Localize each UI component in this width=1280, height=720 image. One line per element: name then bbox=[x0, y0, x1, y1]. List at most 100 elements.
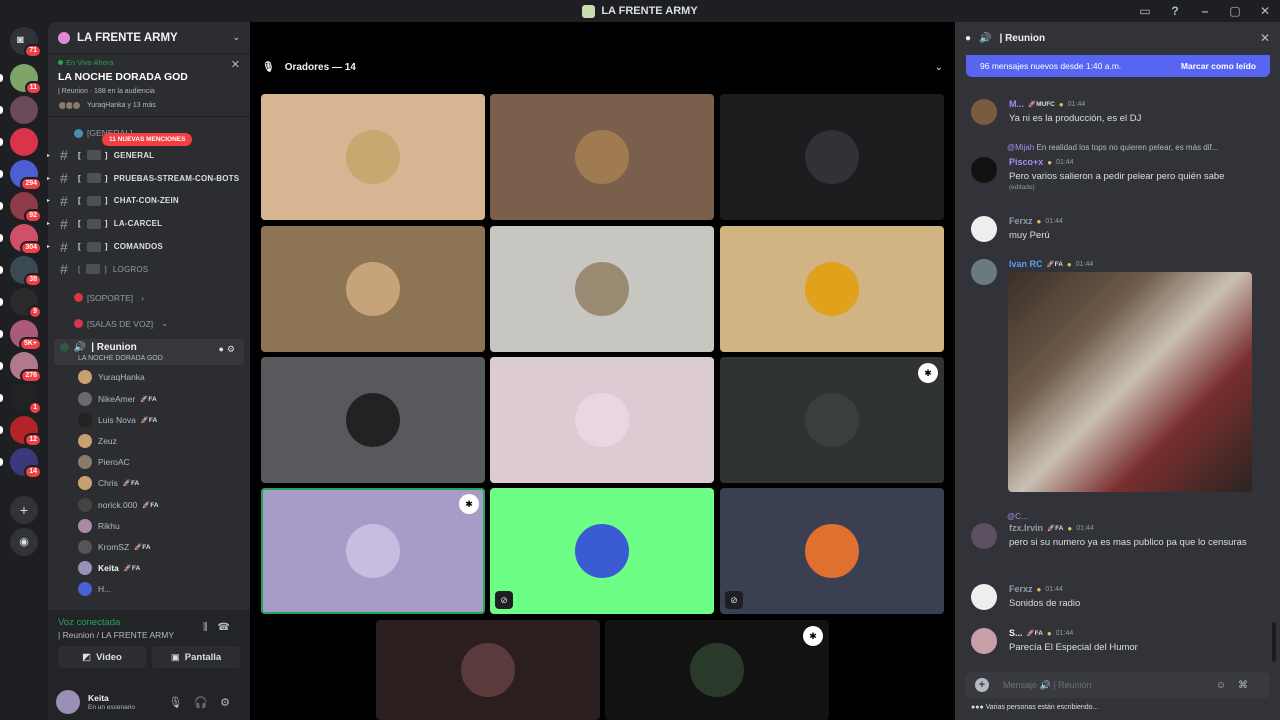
voice-member[interactable]: PieroAC bbox=[48, 452, 250, 473]
discover-icon[interactable]: ◉ bbox=[10, 528, 38, 556]
message-input[interactable]: + Mensaje 🔊 | Reunion ☺⌘ bbox=[965, 672, 1270, 698]
chat-header: ● 🔊 | Reunion ✕ bbox=[955, 22, 1280, 54]
server-icon[interactable]: 11 bbox=[0, 64, 42, 95]
server-icon[interactable]: 12 bbox=[0, 416, 42, 447]
author-name[interactable]: Ferxz bbox=[1009, 584, 1033, 594]
server-icon[interactable]: 38 bbox=[0, 256, 42, 287]
avatar[interactable] bbox=[56, 690, 80, 714]
server-icon[interactable]: 294 bbox=[0, 160, 42, 191]
avatar[interactable] bbox=[971, 99, 997, 125]
home-button[interactable]: ◙ 71 bbox=[10, 27, 42, 58]
speaker-tile[interactable] bbox=[261, 94, 485, 220]
inbox-icon[interactable]: ▭ bbox=[1130, 4, 1160, 18]
user-controls[interactable]: 🎙🎧⚙ bbox=[168, 696, 242, 709]
channel-item[interactable]: ▸ # [] CHAT-CON-ZEIN bbox=[47, 190, 250, 213]
category-soporte[interactable]: [SOPORTE] › bbox=[48, 285, 250, 311]
avatar[interactable] bbox=[971, 216, 997, 242]
voice-member[interactable]: Rikhu bbox=[48, 515, 250, 536]
voice-member[interactable]: Luis Nova 🚀FA bbox=[48, 409, 250, 430]
speaker-tile[interactable]: ✱ bbox=[261, 488, 485, 614]
server-icon[interactable]: 304 bbox=[0, 224, 42, 255]
server-icon[interactable] bbox=[0, 128, 38, 156]
server-icon[interactable]: 5K+ bbox=[0, 320, 42, 351]
author-name[interactable]: S... bbox=[1009, 628, 1023, 638]
voice-member[interactable]: H... bbox=[48, 579, 250, 600]
speaker-tile[interactable]: ⊘ bbox=[720, 488, 944, 614]
voice-member[interactable]: KromSZ 🚀FA bbox=[48, 536, 250, 557]
voice-member[interactable]: Zeuz bbox=[48, 430, 250, 451]
channel-item[interactable]: ▸ # [] PRUEBAS-STREAM-CON-BOTS bbox=[47, 167, 250, 190]
add-attachment-icon[interactable]: + bbox=[975, 678, 989, 692]
channel-item[interactable]: ▸ # [] LA-CARCEL bbox=[47, 212, 250, 235]
server-icon[interactable] bbox=[0, 96, 38, 124]
avatar[interactable] bbox=[971, 628, 997, 654]
emoji-icon[interactable]: ☺⌘ bbox=[1216, 680, 1260, 691]
channel-item[interactable]: # [] LOGROS bbox=[48, 258, 250, 281]
speaker-tile[interactable] bbox=[490, 226, 714, 352]
speaker-tile[interactable] bbox=[261, 357, 485, 483]
speaker-tile[interactable] bbox=[376, 620, 600, 720]
close-button[interactable]: ✕ bbox=[1250, 4, 1280, 18]
server-icon[interactable]: 1 bbox=[0, 384, 42, 415]
voice-channel-actions[interactable]: ●⚙ bbox=[218, 344, 238, 355]
voice-member[interactable]: Keita 🚀FA bbox=[48, 557, 250, 578]
chat-message[interactable]: Ivan RC 🚀FA ● 01:44 bbox=[971, 259, 1271, 285]
scrollbar[interactable] bbox=[1272, 622, 1276, 662]
new-messages-bar[interactable]: 96 mensajes nuevos desde 1:40 a.m. Marca… bbox=[966, 55, 1270, 77]
voice-channel-reunion[interactable]: ◎ 🔊 | Reunion LA NOCHE DORADA GOD ●⚙ bbox=[54, 338, 244, 365]
speaker-tile[interactable] bbox=[720, 94, 944, 220]
server-icon[interactable]: 92 bbox=[0, 192, 42, 223]
voice-connection-status[interactable]: Voz conectada | Reunion / LA FRENTE ARMY… bbox=[48, 610, 250, 640]
speaker-tile[interactable]: ⊘ bbox=[490, 488, 714, 614]
reply-preview[interactable]: @Mijah En realidad los tops no quieren p… bbox=[1007, 143, 1218, 152]
video-button[interactable]: ◩ Video bbox=[58, 646, 146, 668]
voice-member[interactable]: Chris 🚀FA bbox=[48, 473, 250, 494]
speaker-tile[interactable] bbox=[720, 226, 944, 352]
new-mentions-badge[interactable]: 11 NUEVAS MENCIONES bbox=[102, 133, 193, 146]
voice-member[interactable]: NikeAmer 🚀FA bbox=[48, 388, 250, 409]
maximize-button[interactable]: ▢ bbox=[1220, 4, 1250, 18]
author-name[interactable]: Ferxz bbox=[1009, 216, 1033, 226]
speaker-tile[interactable]: ✱ bbox=[605, 620, 829, 720]
chat-message[interactable]: S... 🚀FA ● 01:44 Parecía El Especial del Hum… bbox=[971, 628, 1271, 655]
voice-member[interactable]: norick.000 🚀FA bbox=[48, 494, 250, 515]
mark-read-button[interactable]: Marcar como leído bbox=[1181, 61, 1256, 71]
shared-photo[interactable] bbox=[1008, 272, 1252, 492]
author-name[interactable]: Pisco+x bbox=[1009, 157, 1043, 167]
channel-item[interactable]: ▸ # [] GENERAL bbox=[47, 144, 250, 167]
server-icon[interactable]: 276 bbox=[0, 352, 42, 383]
speaker-tile[interactable]: ✱ bbox=[720, 357, 944, 483]
guild-header[interactable]: LA FRENTE ARMY ⌄ bbox=[48, 22, 250, 54]
channel-item[interactable]: ▸ # [] COMANDOS bbox=[47, 235, 250, 258]
server-icon[interactable]: 14 bbox=[0, 448, 42, 479]
close-icon[interactable]: ✕ bbox=[1260, 31, 1270, 45]
voice-member[interactable]: YuraqHanka bbox=[48, 367, 250, 388]
avatar[interactable] bbox=[971, 259, 997, 285]
speaker-tile[interactable] bbox=[490, 94, 714, 220]
disconnect-icon[interactable]: ⫼☎ bbox=[203, 622, 240, 633]
chat-message[interactable]: Pisco+x ● 01:44 Pero varios salieron a pedi… bbox=[971, 157, 1271, 191]
add-server-icon[interactable]: + bbox=[10, 496, 38, 524]
author-name[interactable]: fzx.Irvin bbox=[1009, 523, 1043, 533]
author-name[interactable]: Ivan RC bbox=[1009, 259, 1043, 269]
live-event-card[interactable]: En Vivo Ahora LA NOCHE DORADA GOD | Reun… bbox=[48, 54, 250, 117]
server-icon[interactable]: 9 bbox=[0, 288, 42, 319]
chat-message[interactable]: Ferxz ● 01:44 muy Perú bbox=[971, 216, 1271, 243]
author-name[interactable]: M... bbox=[1009, 99, 1024, 109]
reply-preview[interactable]: @C... bbox=[1007, 512, 1028, 521]
chat-message[interactable]: fzx.Irvin 🚀FA ● 01:44 pero si su numero ya e… bbox=[971, 523, 1271, 550]
avatar[interactable] bbox=[971, 584, 997, 610]
close-icon[interactable]: ✕ bbox=[231, 58, 240, 71]
help-icon[interactable]: ? bbox=[1160, 4, 1190, 18]
channel-emoji: [ bbox=[78, 264, 81, 274]
speaker-tile[interactable] bbox=[261, 226, 485, 352]
avatar[interactable] bbox=[971, 523, 997, 549]
chevron-down-icon[interactable]: ⌄ bbox=[935, 62, 943, 73]
minimize-button[interactable]: – bbox=[1190, 4, 1220, 18]
category-voz[interactable]: [SALAS DE VOZ] ⌄ bbox=[48, 311, 250, 337]
avatar[interactable] bbox=[971, 157, 997, 183]
speaker-tile[interactable] bbox=[490, 357, 714, 483]
chat-message[interactable]: Ferxz ● 01:44 Sonidos de radio bbox=[971, 584, 1271, 611]
chat-message[interactable]: M... 🚀MUFC ● 01:44 Ya ni es la producción, e… bbox=[971, 99, 1271, 126]
screen-share-button[interactable]: ▣ Pantalla bbox=[152, 646, 240, 668]
